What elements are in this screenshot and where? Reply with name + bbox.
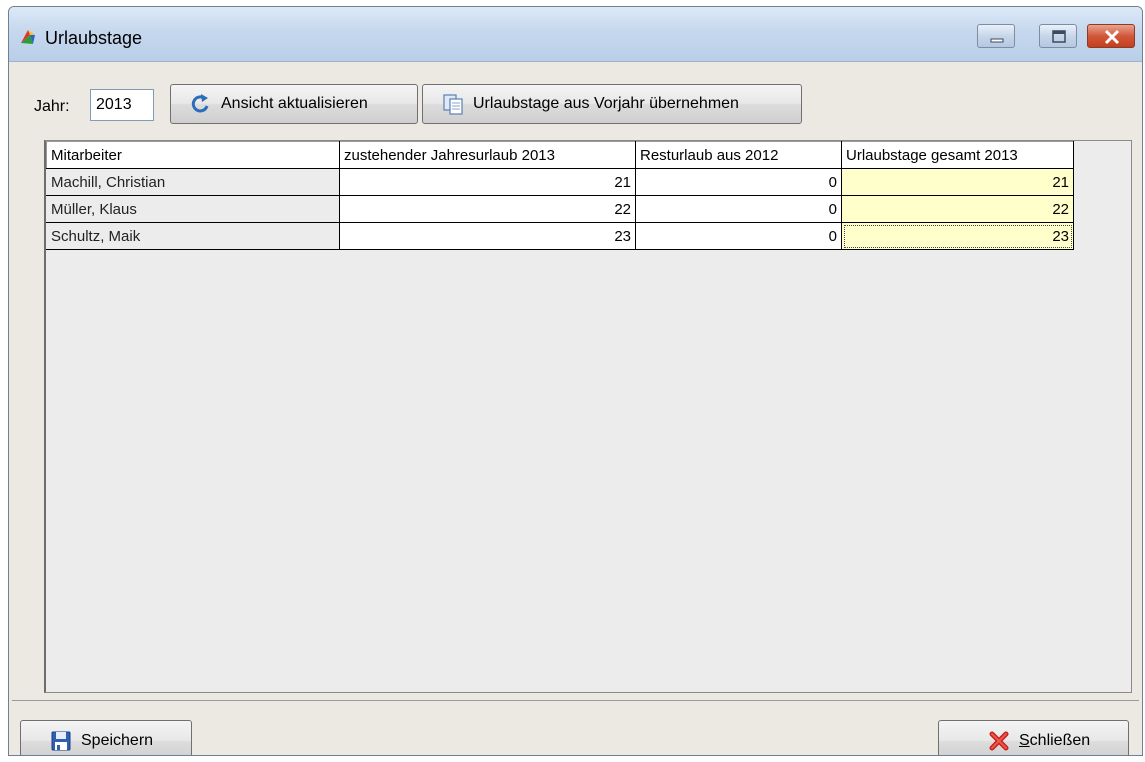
maximize-icon bbox=[1052, 30, 1066, 43]
close-label: Schließen bbox=[1019, 732, 1090, 750]
table-row[interactable]: Machill, Christian 21 0 21 bbox=[46, 168, 1074, 196]
save-button[interactable]: Speichern bbox=[20, 720, 192, 755]
jahr-label: Jahr: bbox=[34, 98, 70, 115]
jahresurlaub-cell[interactable]: 22 bbox=[339, 195, 636, 223]
employee-name-cell[interactable]: Schultz, Maik bbox=[46, 222, 340, 250]
column-header-mitarbeiter[interactable]: Mitarbeiter bbox=[46, 141, 340, 169]
jahresurlaub-cell[interactable]: 21 bbox=[339, 168, 636, 196]
urlaubstage-grid[interactable]: Mitarbeiter zustehender Jahresurlaub 201… bbox=[44, 140, 1132, 693]
save-label: Speichern bbox=[81, 732, 154, 749]
table-row[interactable]: Schultz, Maik 23 0 23 bbox=[46, 222, 1074, 250]
close-label-accelerator: S bbox=[1019, 732, 1030, 749]
title-bar[interactable]: Urlaubstage bbox=[9, 7, 1142, 62]
copy-from-previous-year-button[interactable]: Urlaubstage aus Vorjahr übernehmen bbox=[422, 84, 802, 124]
floppy-disk-icon bbox=[51, 731, 71, 751]
refresh-label: Ansicht aktualisieren bbox=[221, 95, 368, 112]
column-header-jahresurlaub[interactable]: zustehender Jahresurlaub 2013 bbox=[339, 141, 636, 169]
minimize-icon bbox=[990, 38, 1004, 43]
refresh-icon bbox=[191, 94, 209, 113]
resturlaub-cell[interactable]: 0 bbox=[635, 168, 842, 196]
resturlaub-cell[interactable]: 0 bbox=[635, 222, 842, 250]
app-multicolor-icon bbox=[21, 30, 35, 44]
gesamt-cell-focused[interactable]: 23 bbox=[841, 222, 1074, 250]
copy-label: Urlaubstage aus Vorjahr übernehmen bbox=[473, 95, 739, 112]
table-row[interactable]: Müller, Klaus 22 0 22 bbox=[46, 195, 1074, 223]
table-header-row: Mitarbeiter zustehender Jahresurlaub 201… bbox=[46, 141, 1074, 169]
close-label-rest: chließen bbox=[1029, 732, 1091, 749]
gesamt-cell[interactable]: 22 bbox=[841, 195, 1074, 223]
close-window-button[interactable] bbox=[1087, 24, 1135, 48]
urlaubstage-table: Mitarbeiter zustehender Jahresurlaub 201… bbox=[46, 141, 1074, 250]
window-title: Urlaubstage bbox=[45, 28, 143, 48]
employee-name-cell[interactable]: Müller, Klaus bbox=[46, 195, 340, 223]
gesamt-cell[interactable]: 21 bbox=[841, 168, 1074, 196]
minimize-button[interactable] bbox=[977, 24, 1015, 48]
red-x-icon bbox=[989, 731, 1009, 751]
employee-name-cell[interactable]: Machill, Christian bbox=[46, 168, 340, 196]
urlaubstage-window: Urlaubstage Jahr: Ansicht aktualisieren bbox=[8, 6, 1143, 756]
refresh-view-button[interactable]: Ansicht aktualisieren bbox=[170, 84, 418, 124]
column-header-gesamt[interactable]: Urlaubstage gesamt 2013 bbox=[841, 141, 1074, 169]
copy-icon bbox=[443, 94, 463, 115]
close-button[interactable]: Schließen bbox=[938, 720, 1129, 755]
maximize-button[interactable] bbox=[1039, 24, 1077, 48]
close-icon bbox=[1104, 29, 1120, 45]
jahr-input[interactable] bbox=[90, 89, 154, 121]
column-header-resturlaub[interactable]: Resturlaub aus 2012 bbox=[635, 141, 842, 169]
resturlaub-cell[interactable]: 0 bbox=[635, 195, 842, 223]
jahresurlaub-cell[interactable]: 23 bbox=[339, 222, 636, 250]
